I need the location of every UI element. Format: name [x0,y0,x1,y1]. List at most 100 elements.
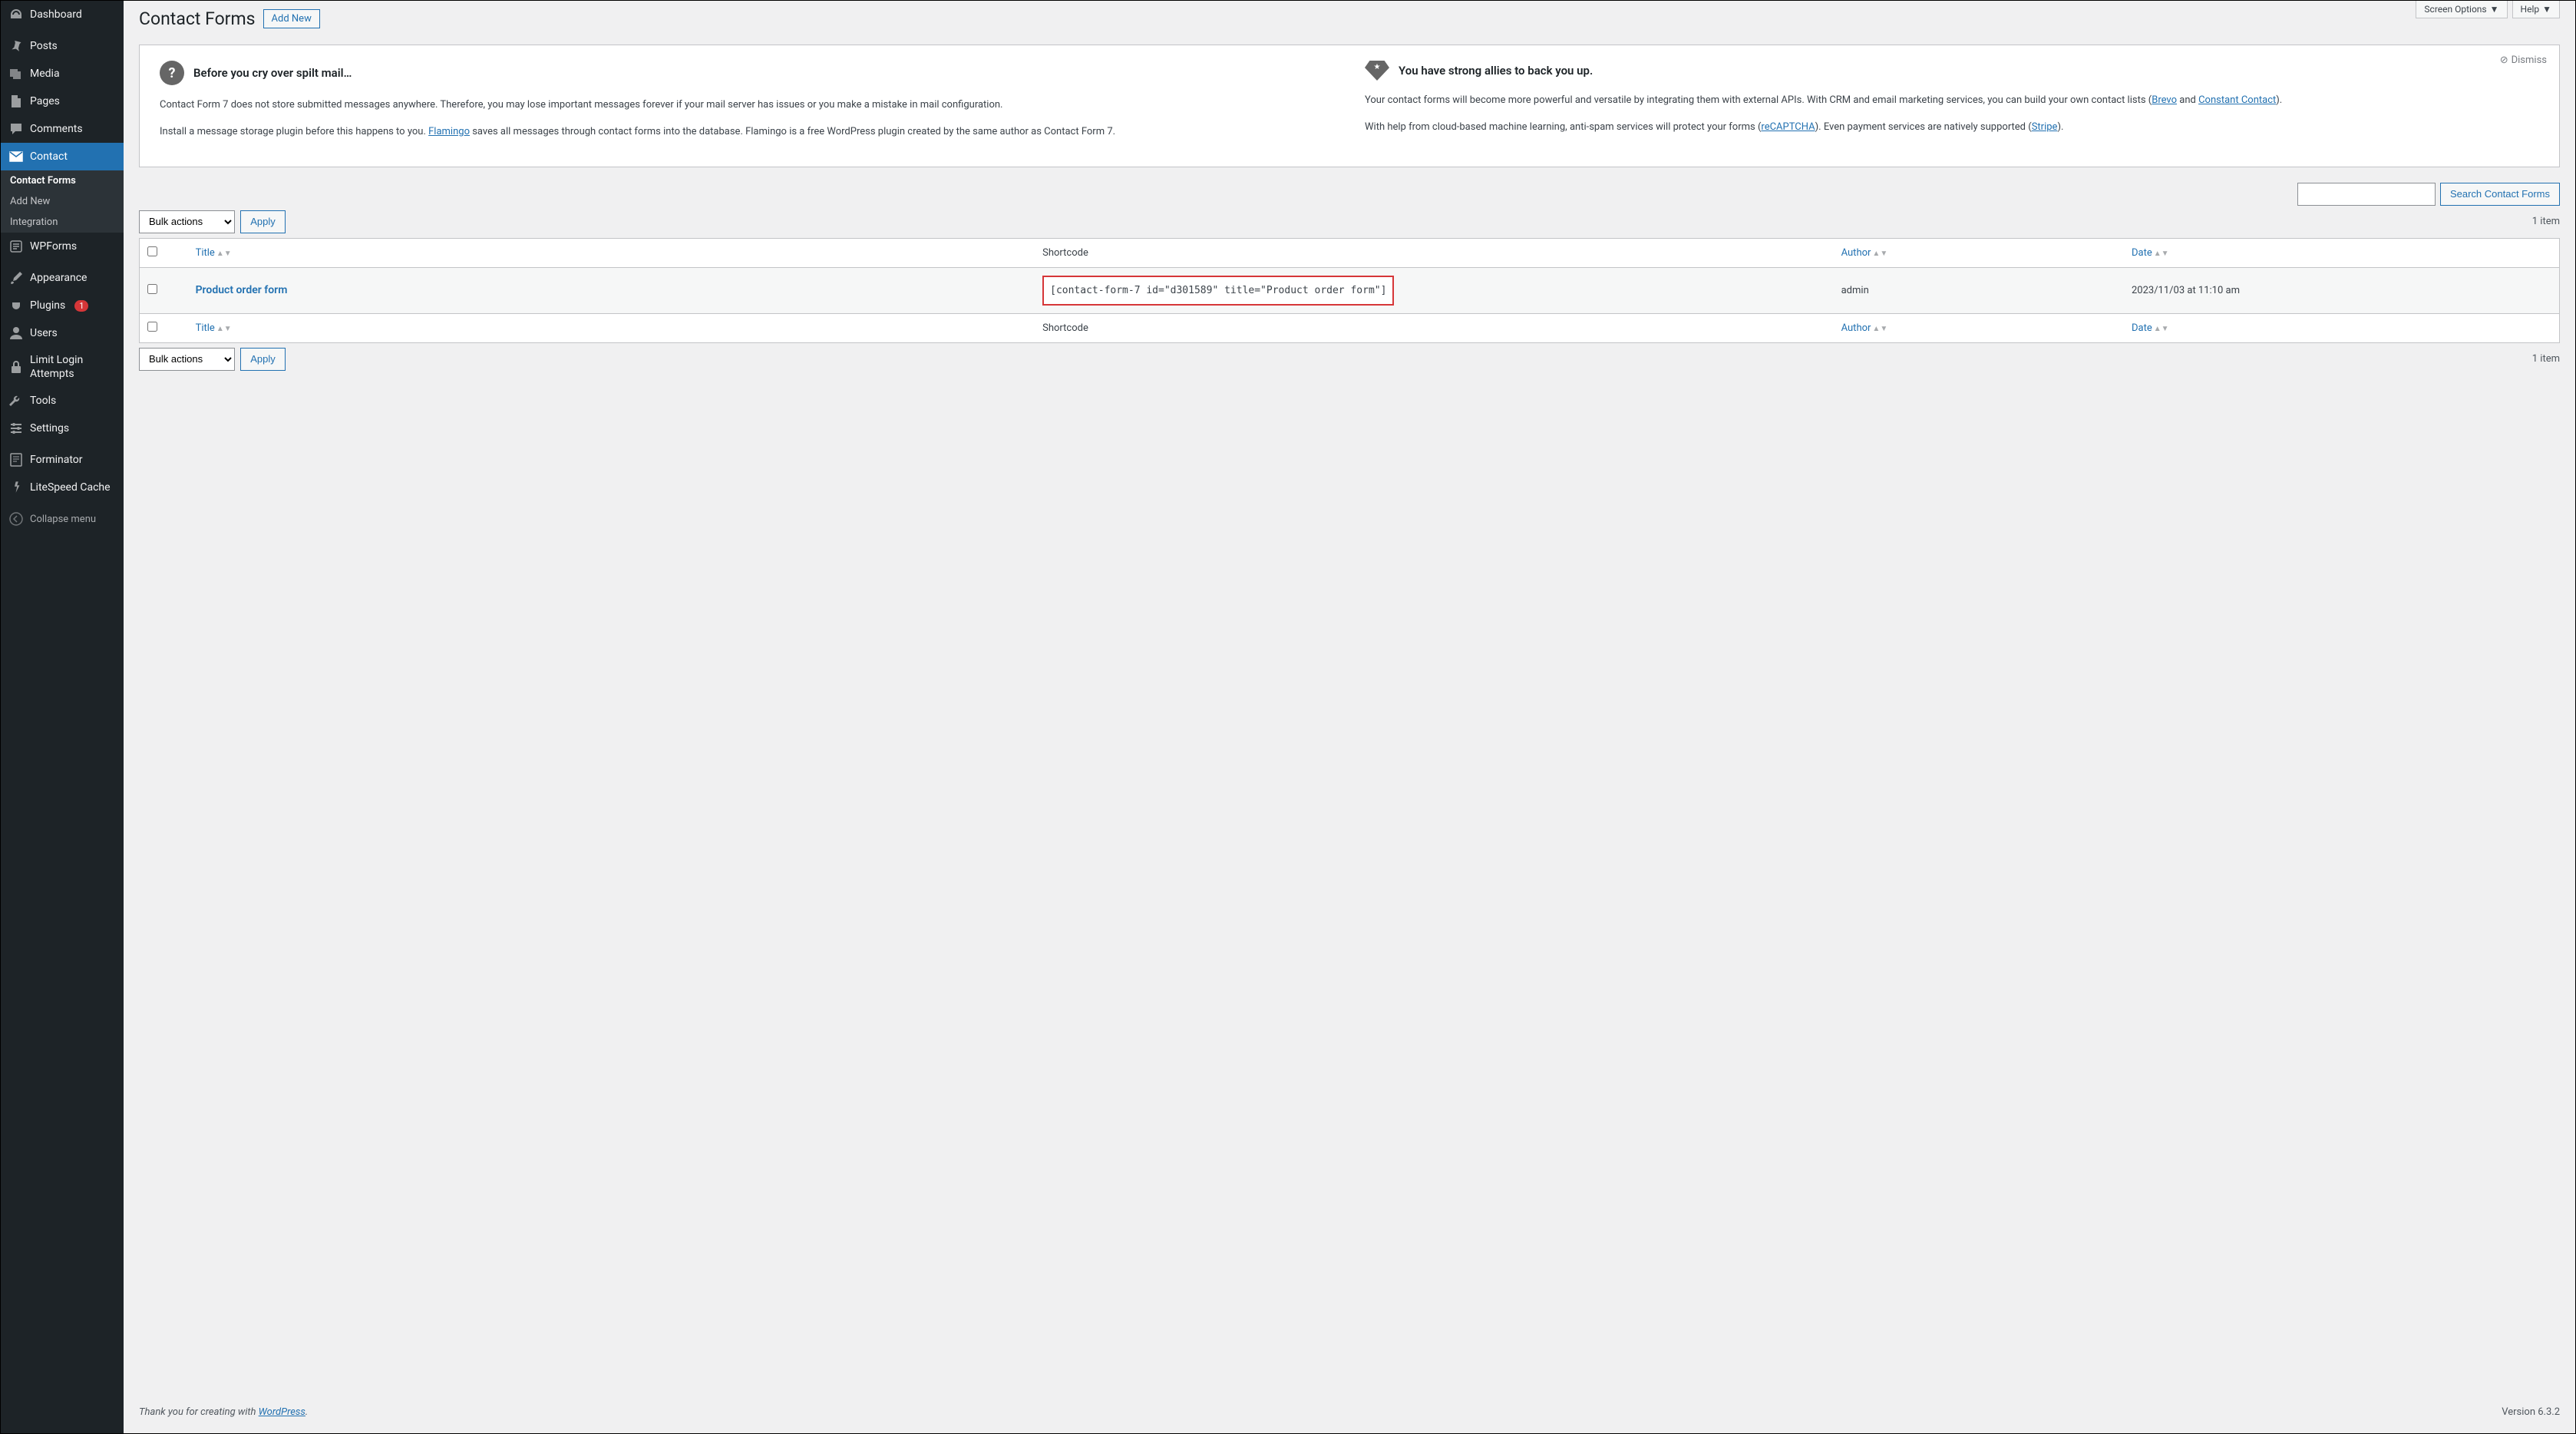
bolt-icon [8,480,24,495]
col-date-header[interactable]: Date▲▼ [2124,238,2560,267]
diamond-icon [1365,61,1389,81]
col-title-header[interactable]: Title▲▼ [188,238,1035,267]
wordpress-link[interactable]: WordPress [259,1406,305,1418]
flamingo-link[interactable]: Flamingo [428,126,470,137]
page-icon [8,94,24,109]
dismiss-icon: ⊘ [2500,55,2508,66]
item-count-bottom: 1 item [2532,353,2560,365]
help-button[interactable]: Help▼ [2512,1,2560,18]
main-content: Screen Options▼ Help▼ Contact Forms Add … [124,1,2575,1433]
menu-users[interactable]: Users [1,319,124,347]
sort-icon: ▲▼ [2154,327,2169,332]
menu-label: Dashboard [30,8,82,21]
caret-down-icon: ▼ [2542,4,2551,15]
page-title: Contact Forms [139,8,256,29]
menu-pages[interactable]: Pages [1,88,124,115]
mail-icon [8,149,24,164]
submenu-contact: Contact Forms Add New Integration [1,170,124,233]
menu-wpforms[interactable]: WPForms [1,233,124,260]
admin-sidebar: Dashboard Posts Media Pages Comments Con… [1,1,124,1433]
collapse-icon [8,511,24,527]
col-author-footer[interactable]: Author▲▼ [1834,313,2124,342]
menu-label: Pages [30,95,60,107]
version-text: Version 6.3.2 [2502,1406,2560,1418]
welcome-notice: ⊘Dismiss ? Before you cry over spilt mai… [139,45,2560,167]
menu-label: Users [30,327,58,339]
notice-left-heading: Before you cry over spilt mail… [193,66,352,80]
stripe-link[interactable]: Stripe [2032,121,2058,133]
recaptcha-link[interactable]: reCAPTCHA [1761,121,1815,133]
row-checkbox[interactable] [147,284,157,294]
menu-label: Contact [30,150,68,163]
select-all-top[interactable] [147,246,157,256]
menu-media[interactable]: Media [1,60,124,88]
col-title-footer[interactable]: Title▲▼ [188,313,1035,342]
col-author-header[interactable]: Author▲▼ [1834,238,2124,267]
menu-settings[interactable]: Settings [1,415,124,442]
wrench-icon [8,393,24,408]
dismiss-button[interactable]: ⊘Dismiss [2500,55,2547,66]
menu-label: Tools [30,395,56,407]
col-shortcode-footer: Shortcode [1035,313,1833,342]
menu-limit-login[interactable]: Limit Login Attempts [1,347,124,387]
notice-right-heading: You have strong allies to back you up. [1399,64,1593,78]
menu-contact[interactable]: Contact [1,143,124,170]
search-button[interactable]: Search Contact Forms [2440,183,2560,206]
user-icon [8,325,24,341]
form-icon [8,452,24,468]
row-date: 2023/11/03 at 11:10 am [2124,267,2560,313]
admin-footer: Thank you for creating with WordPress. V… [124,1391,2575,1433]
menu-tools[interactable]: Tools [1,387,124,415]
comment-icon [8,121,24,137]
constant-contact-link[interactable]: Constant Contact [2198,94,2276,106]
sliders-icon [8,421,24,436]
caret-down-icon: ▼ [2490,4,2499,15]
notice-right-p2: With help from cloud-based machine learn… [1365,120,2539,136]
menu-label: LiteSpeed Cache [30,481,111,494]
menu-plugins[interactable]: Plugins1 [1,292,124,319]
pin-icon [8,38,24,54]
collapse-menu[interactable]: Collapse menu [1,505,124,533]
menu-label: Appearance [30,272,87,284]
question-icon: ? [160,61,184,85]
apply-button-top[interactable]: Apply [240,210,286,233]
add-new-button[interactable]: Add New [263,9,320,28]
bulk-actions-select-bottom[interactable]: Bulk actions [139,348,235,371]
menu-forminator[interactable]: Forminator [1,446,124,474]
menu-litespeed[interactable]: LiteSpeed Cache [1,474,124,501]
sort-icon: ▲▼ [1872,252,1887,256]
menu-dashboard[interactable]: Dashboard [1,1,124,28]
menu-comments[interactable]: Comments [1,115,124,143]
menu-posts[interactable]: Posts [1,32,124,60]
table-row: Product order form [contact-form-7 id="d… [140,267,2560,313]
sort-icon: ▲▼ [1872,327,1887,332]
menu-label: Comments [30,123,83,135]
menu-label: Forminator [30,454,83,466]
apply-button-bottom[interactable]: Apply [240,348,286,371]
submenu-contact-forms[interactable]: Contact Forms [1,170,124,191]
select-all-bottom[interactable] [147,322,157,332]
submenu-integration[interactable]: Integration [1,212,124,233]
bulk-actions-select[interactable]: Bulk actions [139,210,235,233]
sort-icon: ▲▼ [2154,252,2169,256]
col-date-footer[interactable]: Date▲▼ [2124,313,2560,342]
collapse-label: Collapse menu [30,514,96,525]
menu-appearance[interactable]: Appearance [1,264,124,292]
notice-right-p1: Your contact forms will become more powe… [1365,93,2539,109]
screen-options-button[interactable]: Screen Options▼ [2416,1,2507,18]
shortcode-value[interactable]: [contact-form-7 id="d301589" title="Prod… [1042,276,1394,306]
gauge-icon [8,7,24,22]
update-badge: 1 [74,300,88,312]
menu-label: Media [30,68,60,80]
menu-label: Posts [30,40,58,52]
col-shortcode-header: Shortcode [1035,238,1833,267]
media-icon [8,66,24,81]
brevo-link[interactable]: Brevo [2152,94,2177,106]
menu-label: WPForms [30,240,77,253]
menu-label: Settings [30,422,69,434]
form-title-link[interactable]: Product order form [196,284,288,296]
sort-icon: ▲▼ [216,327,232,332]
submenu-add-new[interactable]: Add New [1,191,124,212]
search-input[interactable] [2297,183,2436,206]
sort-icon: ▲▼ [216,252,232,256]
